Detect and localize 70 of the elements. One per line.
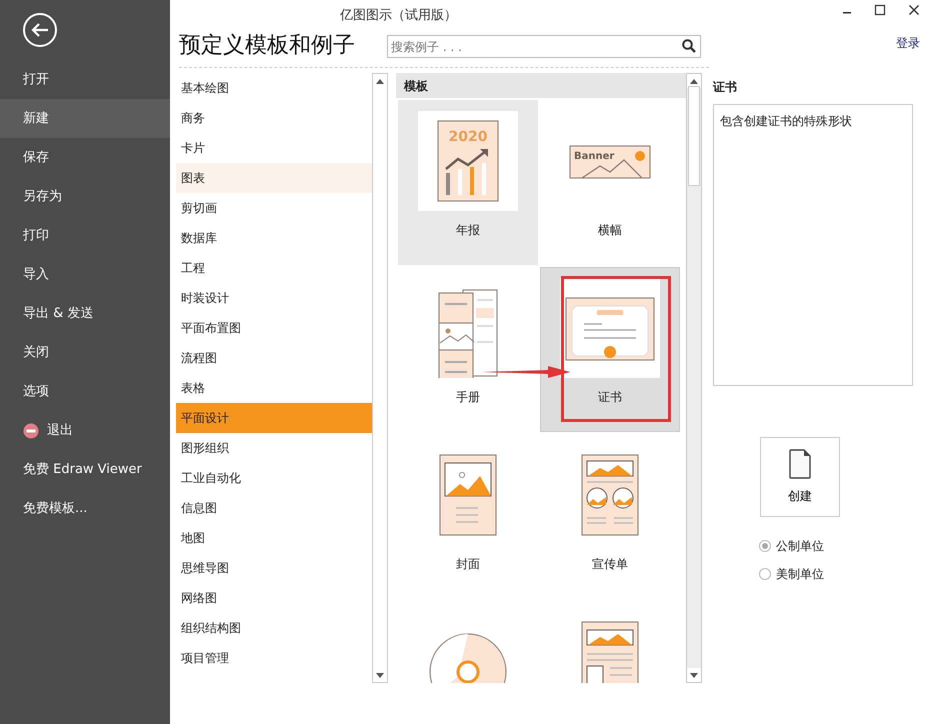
scroll-up-icon[interactable] <box>376 78 384 84</box>
sidebar-item[interactable]: 免费模板... <box>0 489 170 528</box>
category-item[interactable]: 图表 <box>176 163 372 193</box>
description-text: 包含创建证书的特殊形状 <box>720 114 852 128</box>
template-label: 年报 <box>456 222 480 239</box>
category-item[interactable]: 平面设计 <box>176 403 372 433</box>
scrollbar[interactable] <box>686 73 702 683</box>
sidebar-item[interactable]: 免费 Edraw Viewer <box>0 450 170 489</box>
maximize-icon[interactable] <box>874 3 886 17</box>
newsletter-drawing <box>582 622 638 683</box>
sidebar-item[interactable]: 保存 <box>0 138 170 177</box>
document-icon <box>789 449 811 479</box>
category-item[interactable]: 组织结构图 <box>176 613 372 643</box>
sidebar-item[interactable]: 另存为 <box>0 177 170 216</box>
category-item[interactable]: 剪切画 <box>176 193 372 223</box>
template-label: 横幅 <box>598 222 622 239</box>
scroll-down-icon[interactable] <box>690 672 698 678</box>
category-item[interactable]: 数据库 <box>176 223 372 253</box>
stop-icon <box>23 422 39 438</box>
template-label: 封面 <box>456 556 480 573</box>
banner-text: Banner <box>574 151 614 162</box>
login-link[interactable]: 登录 <box>896 34 920 52</box>
category-item[interactable]: 工程 <box>176 253 372 283</box>
sidebar-item[interactable]: 打印 <box>0 216 170 255</box>
sidebar-item[interactable]: 导出 & 发送 <box>0 294 170 333</box>
category-item[interactable]: 网络图 <box>176 583 372 613</box>
scrollbar[interactable] <box>372 73 388 683</box>
category-item[interactable]: 信息图 <box>176 493 372 523</box>
window-title: 亿图图示（试用版） <box>340 7 457 25</box>
scroll-up-icon[interactable] <box>690 78 698 84</box>
template-card[interactable]: 2020 年报 <box>398 100 538 265</box>
template-card[interactable]: Banner 横幅 <box>540 100 680 265</box>
template-label: 手册 <box>456 389 480 406</box>
category-item[interactable]: 商务 <box>176 103 372 133</box>
search-field[interactable]: 搜索例子 . . . <box>387 35 701 58</box>
template-card[interactable]: 证书 <box>540 267 680 432</box>
category-item[interactable]: 基本绘图 <box>176 73 372 103</box>
search-icon[interactable] <box>682 39 696 53</box>
detail-title: 证书 <box>713 79 738 96</box>
category-item[interactable]: 地图 <box>176 523 372 553</box>
sidebar-item[interactable]: 打开 <box>0 60 170 99</box>
category-item[interactable]: 时装设计 <box>176 283 372 313</box>
category-item[interactable]: 思维导图 <box>176 553 372 583</box>
template-card[interactable]: 封面 <box>398 434 538 599</box>
category-item[interactable]: 卡片 <box>176 133 372 163</box>
close-icon[interactable] <box>908 3 920 17</box>
sidebar-item[interactable]: 选项 <box>0 372 170 411</box>
sidebar-item[interactable]: 退出 <box>0 411 170 450</box>
sidebar-item[interactable]: 关闭 <box>0 333 170 372</box>
sidebar-item[interactable]: 新建 <box>0 99 170 138</box>
back-icon[interactable] <box>22 12 58 48</box>
unit-radio[interactable]: 美制单位 <box>759 565 913 583</box>
unit-radio[interactable]: 公制单位 <box>759 537 913 555</box>
category-item[interactable]: 图形组织 <box>176 433 372 463</box>
scroll-down-icon[interactable] <box>376 672 384 678</box>
category-item[interactable]: 流程图 <box>176 343 372 373</box>
template-card[interactable]: 宣传单 <box>540 434 680 599</box>
page-heading: 预定义模板和例子 <box>179 33 356 60</box>
year-text: 2020 <box>448 129 488 145</box>
section-header: 模板 <box>396 73 686 98</box>
category-item[interactable]: 项目管理 <box>176 643 372 673</box>
scrollbar-thumb[interactable] <box>688 86 700 186</box>
category-item[interactable]: 表格 <box>176 373 372 403</box>
template-label: 证书 <box>598 389 622 406</box>
template-card[interactable]: 手册 <box>398 267 538 432</box>
category-item[interactable]: 工业自动化 <box>176 463 372 493</box>
create-button[interactable]: 创建 <box>760 437 840 517</box>
template-label: 宣传单 <box>592 556 628 573</box>
sidebar-item[interactable]: 导入 <box>0 255 170 294</box>
category-item[interactable]: 平面布置图 <box>176 313 372 343</box>
